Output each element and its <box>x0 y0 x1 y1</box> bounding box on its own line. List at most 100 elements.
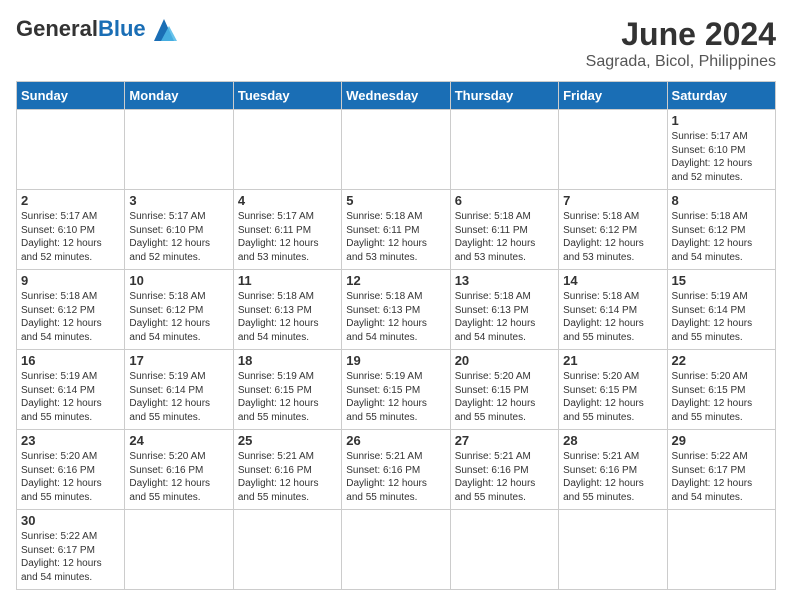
day-number: 11 <box>238 273 337 288</box>
day-number: 15 <box>672 273 771 288</box>
title-area: June 2024 Sagrada, Bicol, Philippines <box>586 16 776 71</box>
day-number: 14 <box>563 273 662 288</box>
calendar-cell: 28 Sunrise: 5:21 AMSunset: 6:16 PMDayligh… <box>559 430 667 510</box>
day-sun-info: Sunrise: 5:20 AMSunset: 6:15 PMDaylight:… <box>455 370 554 424</box>
day-number: 13 <box>455 273 554 288</box>
calendar-cell <box>17 110 125 190</box>
calendar-cell: 1Sunrise: 5:17 AMSunset: 6:10 PMDaylight… <box>667 110 775 190</box>
logo-area: GeneralBlue <box>16 16 179 42</box>
calendar-cell <box>342 110 450 190</box>
day-sun-info: Sunrise: 5:19 AMSunset: 6:14 PMDaylight:… <box>129 370 228 424</box>
calendar-week-row: 16Sunrise: 5:19 AMSunset: 6:14 PMDayligh… <box>17 350 776 430</box>
day-sun-info: Sunrise: 5:22 AMSunset: 6:17 PMDaylight:… <box>21 530 120 584</box>
day-sun-info: Sunrise: 5:17 AMSunset: 6:10 PMDaylight:… <box>21 210 120 264</box>
day-number: 28 <box>563 433 662 448</box>
day-number: 9 <box>21 273 120 288</box>
day-number: 6 <box>455 193 554 208</box>
calendar-cell <box>450 510 558 590</box>
calendar-cell: 14 Sunrise: 5:18 AMSunset: 6:14 PMDayligh… <box>559 270 667 350</box>
day-number: 19 <box>346 353 445 368</box>
calendar-cell <box>667 510 775 590</box>
calendar-cell: 4Sunrise: 5:17 AMSunset: 6:11 PMDaylight… <box>233 190 341 270</box>
day-sun-info: Sunrise: 5:18 AMSunset: 6:12 PMDaylight:… <box>563 210 662 264</box>
calendar-cell: 20 Sunrise: 5:20 AMSunset: 6:15 PMDayligh… <box>450 350 558 430</box>
day-sun-info: Sunrise: 5:18 AMSunset: 6:13 PMDaylight:… <box>346 290 445 344</box>
calendar-cell <box>233 110 341 190</box>
calendar-cell: 26 Sunrise: 5:21 AMSunset: 6:16 PMDayligh… <box>342 430 450 510</box>
day-sun-info: Sunrise: 5:17 AMSunset: 6:10 PMDaylight:… <box>129 210 228 264</box>
day-sun-info: Sunrise: 5:18 AMSunset: 6:13 PMDaylight:… <box>238 290 337 344</box>
calendar-cell: 12 Sunrise: 5:18 AMSunset: 6:13 PMDayligh… <box>342 270 450 350</box>
calendar-cell: 15 Sunrise: 5:19 AMSunset: 6:14 PMDayligh… <box>667 270 775 350</box>
day-sun-info: Sunrise: 5:21 AMSunset: 6:16 PMDaylight:… <box>346 450 445 504</box>
calendar-cell: 29Sunrise: 5:22 AMSunset: 6:17 PMDayligh… <box>667 430 775 510</box>
calendar-cell <box>450 110 558 190</box>
calendar-cell <box>125 110 233 190</box>
day-header-thursday: Thursday <box>450 82 558 110</box>
day-header-monday: Monday <box>125 82 233 110</box>
calendar-cell: 27 Sunrise: 5:21 AMSunset: 6:16 PMDayligh… <box>450 430 558 510</box>
calendar-week-row: 1Sunrise: 5:17 AMSunset: 6:10 PMDaylight… <box>17 110 776 190</box>
day-number: 2 <box>21 193 120 208</box>
logo-general-text: General <box>16 16 98 42</box>
day-sun-info: Sunrise: 5:18 AMSunset: 6:11 PMDaylight:… <box>455 210 554 264</box>
day-number: 12 <box>346 273 445 288</box>
day-number: 29 <box>672 433 771 448</box>
calendar-week-row: 2 Sunrise: 5:17 AMSunset: 6:10 PMDaylight… <box>17 190 776 270</box>
day-number: 4 <box>238 193 337 208</box>
calendar-cell: 16Sunrise: 5:19 AMSunset: 6:14 PMDayligh… <box>17 350 125 430</box>
calendar-cell: 7 Sunrise: 5:18 AMSunset: 6:12 PMDaylight… <box>559 190 667 270</box>
calendar-cell <box>125 510 233 590</box>
day-header-friday: Friday <box>559 82 667 110</box>
day-sun-info: Sunrise: 5:19 AMSunset: 6:15 PMDaylight:… <box>238 370 337 424</box>
calendar-cell: 2 Sunrise: 5:17 AMSunset: 6:10 PMDaylight… <box>17 190 125 270</box>
calendar-week-row: 9 Sunrise: 5:18 AMSunset: 6:12 PMDaylight… <box>17 270 776 350</box>
day-number: 30 <box>21 513 120 528</box>
logo-blue-text: Blue <box>98 16 146 42</box>
subtitle: Sagrada, Bicol, Philippines <box>586 53 776 71</box>
day-sun-info: Sunrise: 5:18 AMSunset: 6:11 PMDaylight:… <box>346 210 445 264</box>
calendar-cell: 23 Sunrise: 5:20 AMSunset: 6:16 PMDayligh… <box>17 430 125 510</box>
day-sun-info: Sunrise: 5:19 AMSunset: 6:14 PMDaylight:… <box>21 370 120 424</box>
calendar-cell <box>233 510 341 590</box>
day-number: 18 <box>238 353 337 368</box>
day-number: 20 <box>455 353 554 368</box>
calendar-cell: 22Sunrise: 5:20 AMSunset: 6:15 PMDayligh… <box>667 350 775 430</box>
calendar-cell: 10 Sunrise: 5:18 AMSunset: 6:12 PMDayligh… <box>125 270 233 350</box>
day-number: 7 <box>563 193 662 208</box>
day-sun-info: Sunrise: 5:18 AMSunset: 6:14 PMDaylight:… <box>563 290 662 344</box>
day-sun-info: Sunrise: 5:19 AMSunset: 6:15 PMDaylight:… <box>346 370 445 424</box>
day-number: 21 <box>563 353 662 368</box>
day-number: 23 <box>21 433 120 448</box>
calendar-cell <box>559 510 667 590</box>
calendar-cell: 17Sunrise: 5:19 AMSunset: 6:14 PMDayligh… <box>125 350 233 430</box>
day-sun-info: Sunrise: 5:21 AMSunset: 6:16 PMDaylight:… <box>455 450 554 504</box>
day-sun-info: Sunrise: 5:18 AMSunset: 6:12 PMDaylight:… <box>129 290 228 344</box>
day-header-sunday: Sunday <box>17 82 125 110</box>
calendar-cell <box>342 510 450 590</box>
calendar-cell: 19 Sunrise: 5:19 AMSunset: 6:15 PMDayligh… <box>342 350 450 430</box>
day-header-tuesday: Tuesday <box>233 82 341 110</box>
day-sun-info: Sunrise: 5:20 AMSunset: 6:16 PMDaylight:… <box>21 450 120 504</box>
calendar-cell: 11 Sunrise: 5:18 AMSunset: 6:13 PMDayligh… <box>233 270 341 350</box>
calendar-header-row: SundayMondayTuesdayWednesdayThursdayFrid… <box>17 82 776 110</box>
day-sun-info: Sunrise: 5:21 AMSunset: 6:16 PMDaylight:… <box>238 450 337 504</box>
day-sun-info: Sunrise: 5:20 AMSunset: 6:15 PMDaylight:… <box>563 370 662 424</box>
day-sun-info: Sunrise: 5:17 AMSunset: 6:10 PMDaylight:… <box>672 130 771 184</box>
day-number: 8 <box>672 193 771 208</box>
day-number: 24 <box>129 433 228 448</box>
calendar-cell: 30 Sunrise: 5:22 AMSunset: 6:17 PMDayligh… <box>17 510 125 590</box>
calendar-cell: 9Sunrise: 5:18 AMSunset: 6:12 PMDaylight… <box>17 270 125 350</box>
day-number: 27 <box>455 433 554 448</box>
logo: GeneralBlue <box>16 16 179 42</box>
calendar-cell: 8Sunrise: 5:18 AMSunset: 6:12 PMDaylight… <box>667 190 775 270</box>
day-sun-info: Sunrise: 5:19 AMSunset: 6:14 PMDaylight:… <box>672 290 771 344</box>
day-sun-info: Sunrise: 5:21 AMSunset: 6:16 PMDaylight:… <box>563 450 662 504</box>
day-number: 22 <box>672 353 771 368</box>
day-sun-info: Sunrise: 5:20 AMSunset: 6:16 PMDaylight:… <box>129 450 228 504</box>
day-number: 26 <box>346 433 445 448</box>
day-number: 10 <box>129 273 228 288</box>
day-header-saturday: Saturday <box>667 82 775 110</box>
day-number: 25 <box>238 433 337 448</box>
day-number: 3 <box>129 193 228 208</box>
